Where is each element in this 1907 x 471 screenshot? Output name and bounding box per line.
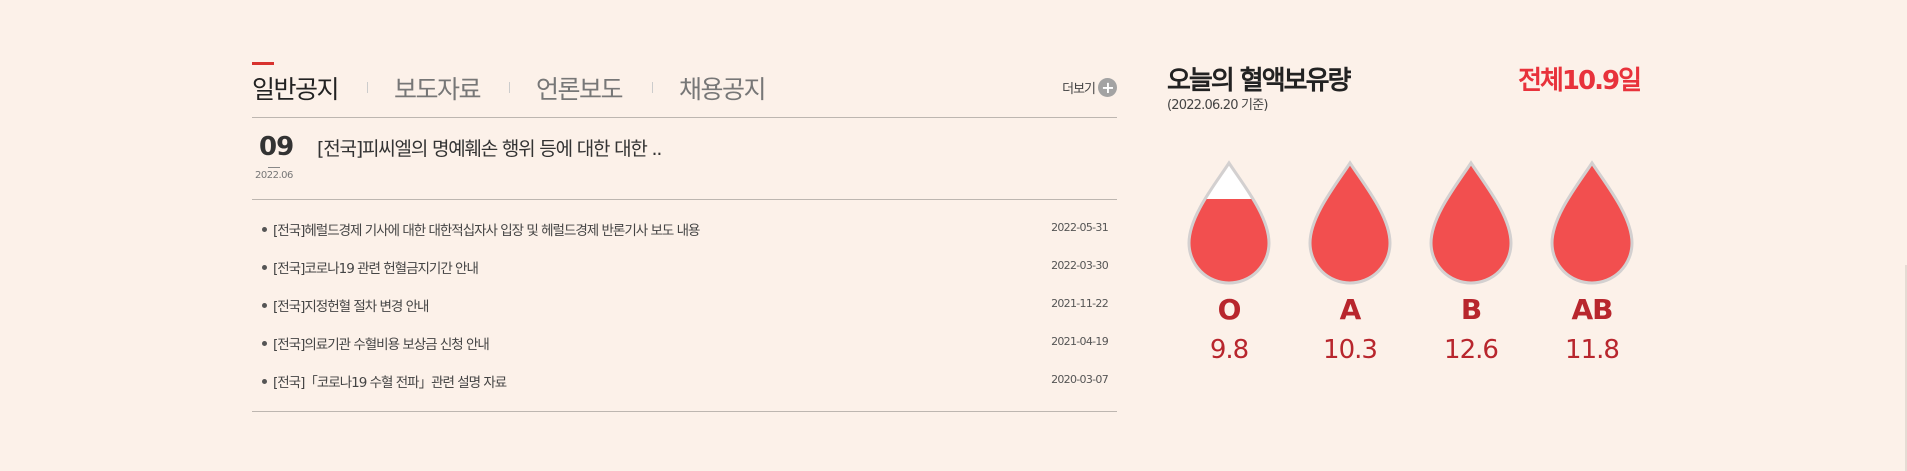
blood-drop-svg bbox=[1429, 160, 1513, 285]
list-item[interactable]: [전국]의료기관 수혈비용 보상금 신청 안내 2021-04-19 bbox=[252, 330, 1117, 368]
list-item[interactable]: [전국]지정헌혈 절차 변경 안내 2021-11-22 bbox=[252, 292, 1117, 330]
list-item-date: 2021-11-22 bbox=[1051, 297, 1109, 310]
notice-tabs: 일반공지 보도자료 언론보도 채용공지 더보기 + bbox=[252, 62, 1117, 118]
bullet-icon bbox=[262, 341, 267, 346]
blood-type-label: AB bbox=[1571, 293, 1613, 326]
date-divider bbox=[268, 167, 280, 168]
bullet-icon bbox=[262, 379, 267, 384]
featured-title-link[interactable]: [전국]피씨엘의 명예훼손 행위 등에 대한 대한 .. bbox=[317, 134, 662, 161]
blood-days-value: 11.8 bbox=[1565, 335, 1620, 365]
list-item-date: 2021-04-19 bbox=[1051, 335, 1109, 348]
blood-days-value: 12.6 bbox=[1444, 335, 1499, 365]
list-item[interactable]: [전국]「코로나19 수혈 전파」관련 설명 자료 2020-03-07 bbox=[252, 368, 1117, 406]
blood-drop-svg bbox=[1550, 160, 1634, 285]
tab-media-report[interactable]: 언론보도 bbox=[536, 70, 624, 106]
blood-drop-icon-b bbox=[1426, 158, 1516, 288]
list-item-title[interactable]: [전국]헤럴드경제 기사에 대한 대한적십자사 입장 및 헤럴드경제 반론기사 … bbox=[273, 219, 700, 239]
blood-stock-date: (2022.06.20 기준) bbox=[1167, 98, 1268, 113]
featured-month: 2022.06 bbox=[255, 170, 293, 181]
blood-type-label: B bbox=[1460, 293, 1482, 326]
more-label: 더보기 bbox=[1062, 82, 1096, 97]
blood-type-label: O bbox=[1217, 293, 1242, 326]
bullet-icon bbox=[262, 303, 267, 308]
notice-panel: 일반공지 보도자료 언론보도 채용공지 더보기 + 09 2022.06 [전국… bbox=[252, 62, 1117, 412]
blood-stock-panel: 오늘의 혈액보유량 (2022.06.20 기준) 전체10.9일 O A B … bbox=[1167, 60, 1657, 380]
plus-circle-icon: + bbox=[1098, 78, 1117, 97]
tab-general-notice[interactable]: 일반공지 bbox=[252, 62, 340, 106]
blood-type-label: A bbox=[1339, 293, 1362, 326]
list-item-date: 2020-03-07 bbox=[1051, 373, 1109, 386]
blood-stock-title: 오늘의 혈액보유량 bbox=[1167, 66, 1351, 96]
list-item-title[interactable]: [전국]「코로나19 수혈 전파」관련 설명 자료 bbox=[273, 371, 507, 391]
list-item-title[interactable]: [전국]지정헌혈 절차 변경 안내 bbox=[273, 295, 429, 315]
blood-drop-svg bbox=[1308, 160, 1392, 285]
notice-list: [전국]헤럴드경제 기사에 대한 대한적십자사 입장 및 헤럴드경제 반론기사 … bbox=[252, 200, 1117, 412]
blood-drop-icon-a bbox=[1305, 158, 1395, 288]
page: 일반공지 보도자료 언론보도 채용공지 더보기 + 09 2022.06 [전국… bbox=[0, 0, 1907, 471]
blood-days-value: 10.3 bbox=[1323, 335, 1378, 365]
blood-drop-icon-ab bbox=[1547, 158, 1637, 288]
blood-drop-svg bbox=[1187, 160, 1271, 285]
list-item-date: 2022-03-30 bbox=[1051, 259, 1109, 272]
featured-notice[interactable]: 09 2022.06 [전국]피씨엘의 명예훼손 행위 등에 대한 대한 .. bbox=[252, 118, 1117, 200]
tab-recruitment[interactable]: 채용공지 bbox=[679, 70, 767, 106]
tab-press-release[interactable]: 보도자료 bbox=[394, 70, 482, 106]
list-item-title[interactable]: [전국]코로나19 관련 헌혈금지기간 안내 bbox=[273, 257, 479, 277]
list-item[interactable]: [전국]코로나19 관련 헌혈금지기간 안내 2022-03-30 bbox=[252, 254, 1117, 292]
list-item-date: 2022-05-31 bbox=[1051, 221, 1109, 234]
tab-divider bbox=[652, 82, 653, 93]
list-item[interactable]: [전국]헤럴드경제 기사에 대한 대한적십자사 입장 및 헤럴드경제 반론기사 … bbox=[252, 216, 1117, 254]
blood-days-value: 9.8 bbox=[1209, 335, 1249, 365]
bullet-icon bbox=[262, 227, 267, 232]
bullet-icon bbox=[262, 265, 267, 270]
featured-day: 09 bbox=[259, 132, 294, 162]
tab-divider bbox=[367, 82, 368, 93]
blood-stock-total: 전체10.9일 bbox=[1518, 66, 1642, 96]
blood-drop-icon-o bbox=[1184, 158, 1274, 288]
list-item-title[interactable]: [전국]의료기관 수혈비용 보상금 신청 안내 bbox=[273, 333, 490, 353]
more-button[interactable]: 더보기 + bbox=[1062, 78, 1117, 97]
tab-divider bbox=[509, 82, 510, 93]
